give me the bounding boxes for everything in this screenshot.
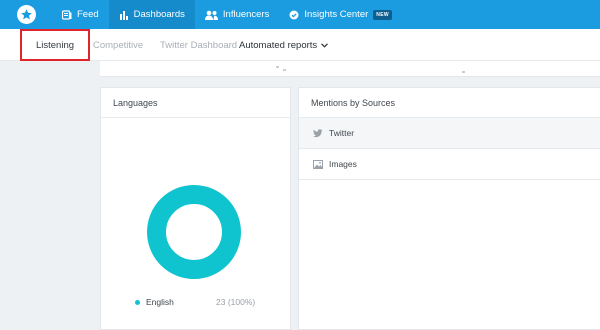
nav-insights-center[interactable]: Insights Center NEW [279, 0, 401, 29]
new-badge: NEW [373, 9, 392, 20]
nav-feed-label: Feed [77, 9, 99, 20]
tab-listening-label: Listening [35, 39, 75, 51]
nav-insights-center-label: Insights Center [304, 9, 369, 20]
source-row-images[interactable]: Images [299, 149, 600, 180]
bar-chart-icon [119, 10, 129, 20]
tab-twitter-dashboard[interactable]: Twitter Dashboard [160, 40, 237, 51]
donut-slice-english[interactable] [147, 185, 241, 279]
logo[interactable] [0, 0, 52, 29]
twitter-icon [313, 128, 323, 138]
previous-card-bottom [100, 61, 600, 77]
languages-card: Languages English 23 (100%) [100, 87, 291, 330]
tab-competitive-label: Competitive [93, 40, 144, 51]
nav-influencers[interactable]: Influencers [195, 0, 279, 29]
source-label-images: Images [329, 159, 357, 169]
chart-remnant-mark [283, 69, 286, 71]
image-icon [313, 159, 323, 169]
insights-icon [289, 10, 299, 20]
source-row-twitter[interactable]: Twitter [299, 118, 600, 149]
legend-item-english[interactable]: English 23 (100%) [135, 297, 285, 307]
tab-twitter-dashboard-label: Twitter Dashboard [160, 40, 238, 51]
languages-card-title: Languages [101, 88, 290, 118]
automated-reports-dropdown[interactable]: Automated reports [239, 40, 329, 51]
users-icon [204, 10, 218, 20]
chart-remnant-mark [276, 66, 279, 68]
chevron-down-icon [321, 40, 329, 51]
source-label-twitter: Twitter [329, 128, 355, 138]
star-icon [16, 5, 36, 24]
legend-value: 23 (100%) [216, 297, 256, 307]
nav-feed[interactable]: Feed [52, 0, 109, 29]
feed-icon [62, 9, 72, 20]
languages-donut-chart [147, 185, 241, 279]
nav-dashboards-label: Dashboards [133, 9, 185, 20]
chart-remnant-mark [462, 71, 465, 73]
tab-listening[interactable]: Listening [20, 29, 90, 61]
nav-influencers-label: Influencers [222, 9, 270, 20]
mentions-by-sources-card: Mentions by Sources Twitter Images [298, 87, 600, 330]
top-nav: Feed Dashboards Influencers Insights Cen… [0, 0, 600, 29]
mentions-card-title: Mentions by Sources [299, 88, 600, 118]
automated-reports-label: Automated reports [239, 40, 318, 51]
sub-nav: Listening Competitive Twitter Dashboard … [0, 29, 600, 61]
legend-swatch [135, 299, 140, 305]
tab-competitive[interactable]: Competitive [93, 40, 143, 51]
nav-dashboards[interactable]: Dashboards [108, 0, 195, 29]
legend-label: English [146, 297, 174, 307]
